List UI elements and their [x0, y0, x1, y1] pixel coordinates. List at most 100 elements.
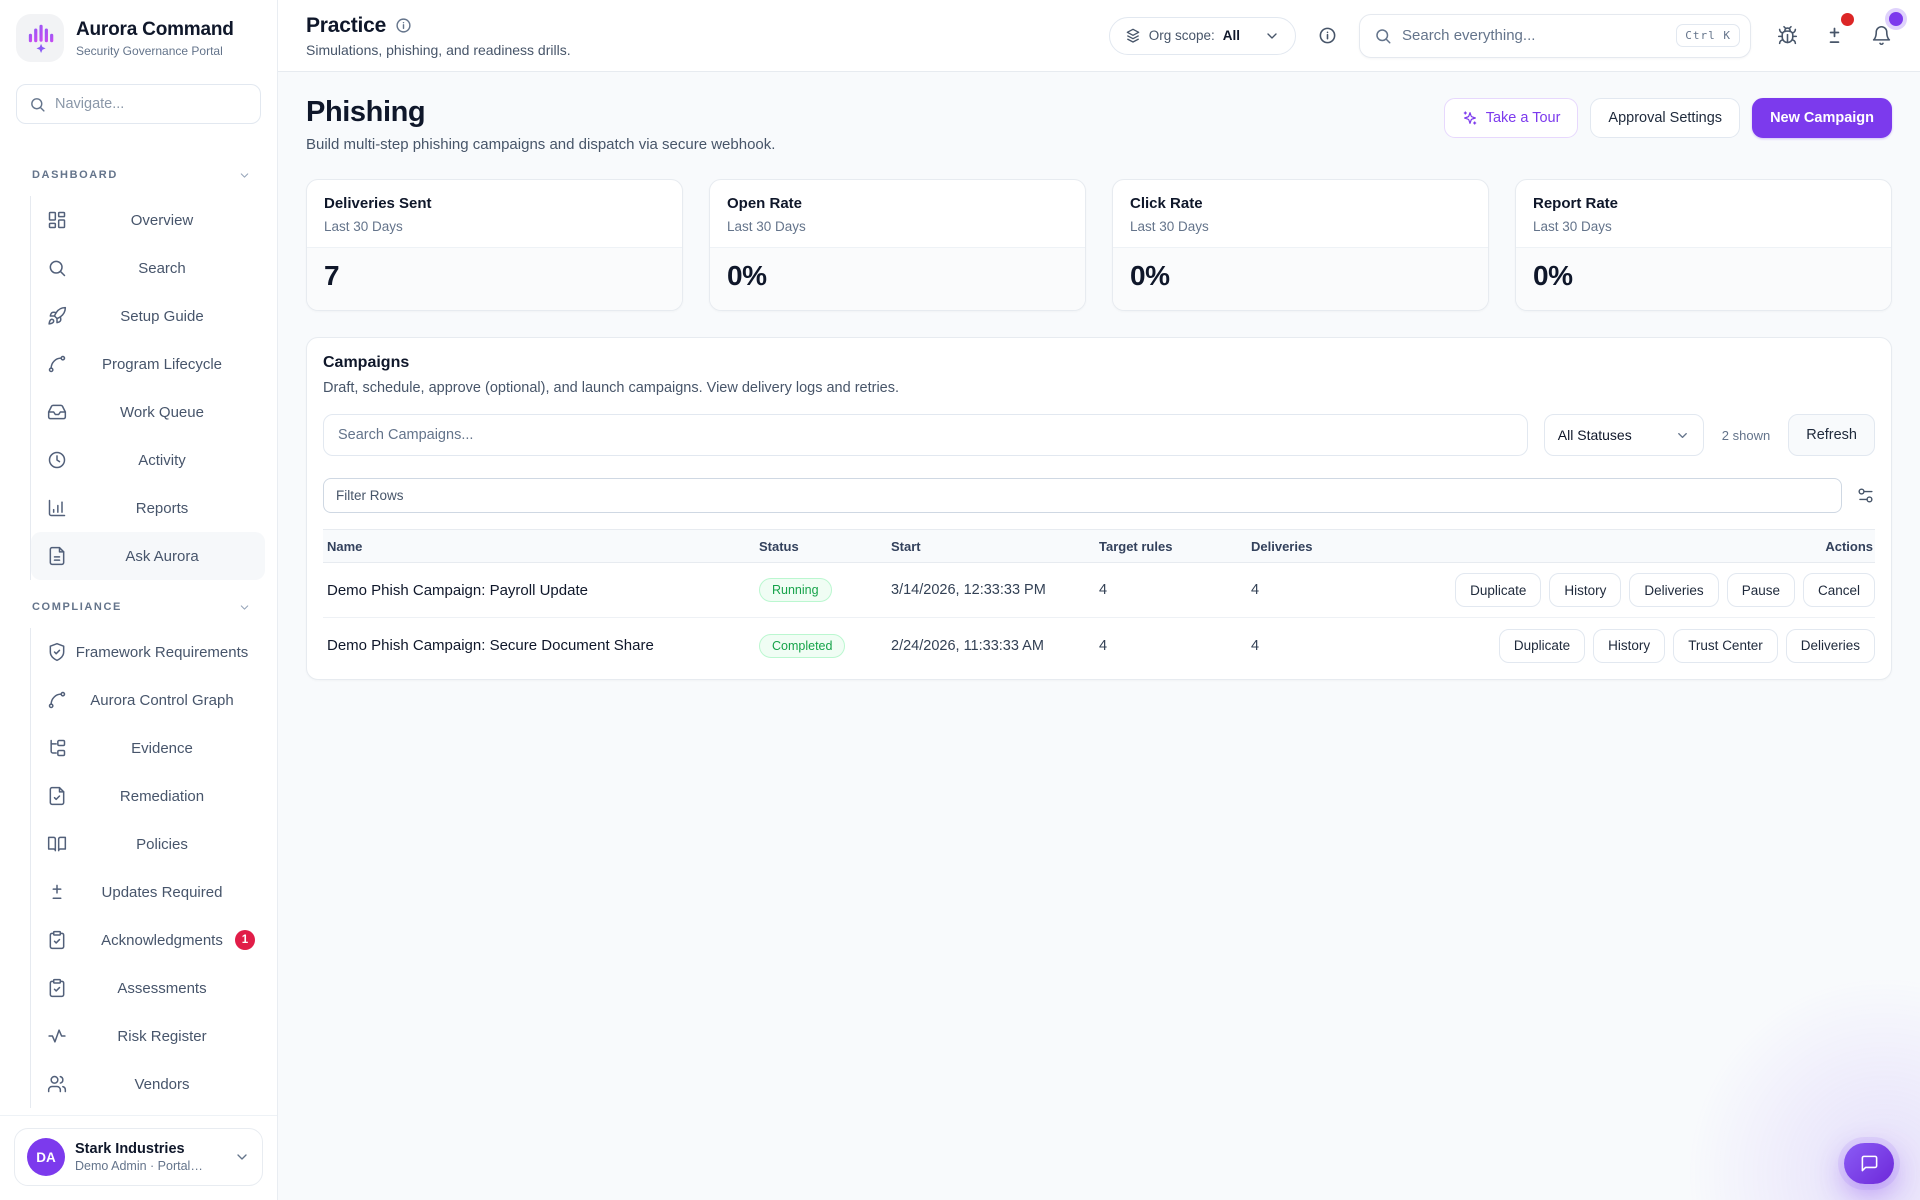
column-header-name: Name: [323, 539, 755, 554]
updates-button[interactable]: [1824, 25, 1845, 46]
clipboard-check-icon: [47, 930, 67, 950]
org-scope-value: All: [1223, 28, 1240, 43]
keyboard-shortcut: Ctrl K: [1676, 24, 1740, 47]
user-role: Demo Admin · Portal Ad...: [75, 1159, 205, 1173]
bug-icon: [1777, 25, 1798, 46]
org-scope-label: Org scope:: [1149, 28, 1215, 43]
section-header-dashboard[interactable]: DASHBOARD: [0, 166, 277, 184]
campaign-name: Demo Phish Campaign: Payroll Update: [323, 582, 755, 599]
stat-value: 7: [307, 247, 682, 310]
new-campaign-button[interactable]: New Campaign: [1752, 98, 1892, 138]
action-button-history[interactable]: History: [1549, 573, 1621, 607]
dashboard-icon: [47, 210, 67, 230]
stat-label: Click Rate: [1130, 195, 1471, 212]
shield-check-icon: [47, 642, 67, 662]
sidebar-item-vendors[interactable]: Vendors: [31, 1060, 265, 1108]
campaign-deliveries: 4: [1247, 582, 1435, 598]
sparkles-icon: [1462, 110, 1478, 126]
sidebar-footer: DA Stark Industries Demo Admin · Portal …: [0, 1115, 277, 1200]
sidebar-item-risk-register[interactable]: Risk Register: [31, 1012, 265, 1060]
sidebar-item-framework-requirements[interactable]: Framework Requirements: [31, 628, 265, 676]
app-root: Aurora Command Security Governance Porta…: [0, 0, 1920, 1200]
action-button-pause[interactable]: Pause: [1727, 573, 1795, 607]
chat-widget-button[interactable]: [1844, 1143, 1894, 1184]
bug-report-button[interactable]: [1777, 25, 1798, 46]
user-card[interactable]: DA Stark Industries Demo Admin · Portal …: [14, 1128, 263, 1186]
book-open-icon: [47, 834, 67, 854]
help-info-icon[interactable]: [1318, 26, 1337, 45]
chevron-down-icon: [234, 1149, 250, 1165]
refresh-button[interactable]: Refresh: [1788, 414, 1875, 456]
spline-icon: [47, 690, 67, 710]
sidebar-item-evidence[interactable]: Evidence: [31, 724, 265, 772]
spline-icon: [47, 354, 67, 374]
action-button-cancel[interactable]: Cancel: [1803, 573, 1875, 607]
filter-rows-input[interactable]: [336, 488, 1829, 503]
rocket-icon: [47, 306, 67, 326]
action-button-duplicate[interactable]: Duplicate: [1455, 573, 1541, 607]
action-button-duplicate[interactable]: Duplicate: [1499, 629, 1585, 663]
tree-icon: [47, 738, 67, 758]
campaigns-panel: Campaigns Draft, schedule, approve (opti…: [306, 337, 1892, 680]
campaign-row: Demo Phish Campaign: Secure Document Sha…: [323, 618, 1875, 673]
action-button-history[interactable]: History: [1593, 629, 1665, 663]
stat-card-open-rate: Open Rate Last 30 Days 0%: [709, 179, 1086, 311]
table-body: Demo Phish Campaign: Payroll Update Runn…: [323, 563, 1875, 673]
stat-card-click-rate: Click Rate Last 30 Days 0%: [1112, 179, 1489, 311]
sidebar-item-assessments[interactable]: Assessments: [31, 964, 265, 1012]
status-filter-select[interactable]: All Statuses: [1544, 414, 1704, 456]
topbar-subtitle: Simulations, phishing, and readiness dri…: [306, 42, 1093, 58]
campaigns-subtitle: Draft, schedule, approve (optional), and…: [323, 380, 1875, 396]
action-button-deliveries[interactable]: Deliveries: [1629, 573, 1718, 607]
chat-bubble-icon: [1860, 1154, 1879, 1173]
stat-card-deliveries-sent: Deliveries Sent Last 30 Days 7: [306, 179, 683, 311]
status-badge: Completed: [759, 634, 845, 658]
sidebar-item-overview[interactable]: Overview: [31, 196, 265, 244]
org-scope-selector[interactable]: Org scope: All: [1109, 17, 1296, 55]
stat-label: Deliveries Sent: [324, 195, 665, 212]
approval-settings-button[interactable]: Approval Settings: [1590, 98, 1740, 138]
search-icon: [1374, 27, 1392, 45]
brand-name: Aurora Command: [76, 19, 234, 41]
sidebar-navigate-search[interactable]: [16, 84, 261, 124]
notifications-button[interactable]: [1871, 25, 1892, 46]
global-search-input[interactable]: [1402, 27, 1666, 44]
sidebar-item-remediation[interactable]: Remediation: [31, 772, 265, 820]
diff-icon: [47, 882, 67, 902]
stat-value: 0%: [1516, 247, 1891, 310]
stats-row: Deliveries Sent Last 30 Days 7 Open Rate…: [306, 179, 1892, 311]
sidebar-item-policies[interactable]: Policies: [31, 820, 265, 868]
file-check-icon: [47, 786, 67, 806]
global-search[interactable]: Ctrl K: [1359, 14, 1751, 58]
sidebar-item-reports[interactable]: Reports: [31, 484, 265, 532]
aurora-logo-icon: [16, 14, 64, 62]
sidebar-item-activity[interactable]: Activity: [31, 436, 265, 484]
column-settings-button[interactable]: [1856, 486, 1875, 505]
sidebar-nav: DASHBOARD OverviewSearchSetup GuideProgra…: [0, 124, 277, 1115]
sidebar-item-acknowledgments[interactable]: Acknowledgments1: [31, 916, 265, 964]
section-header-compliance[interactable]: COMPLIANCE: [0, 598, 277, 616]
user-name: Stark Industries: [75, 1141, 224, 1157]
sidebar-item-program-lifecycle[interactable]: Program Lifecycle: [31, 340, 265, 388]
action-button-deliveries[interactable]: Deliveries: [1786, 629, 1875, 663]
clock-icon: [47, 450, 67, 470]
page-content: Phishing Build multi-step phishing campa…: [278, 72, 1920, 1200]
column-header-status: Status: [755, 539, 887, 554]
page-subtitle: Build multi-step phishing campaigns and …: [306, 136, 775, 153]
sidebar-item-aurora-control-graph[interactable]: Aurora Control Graph: [31, 676, 265, 724]
sidebar-item-updates-required[interactable]: Updates Required: [31, 868, 265, 916]
campaign-start: 2/24/2026, 11:33:33 AM: [887, 638, 1095, 654]
sidebar-item-ask-aurora[interactable]: Ask Aurora: [31, 532, 265, 580]
action-button-trust-center[interactable]: Trust Center: [1673, 629, 1778, 663]
take-a-tour-button[interactable]: Take a Tour: [1444, 98, 1579, 138]
stat-value: 0%: [1113, 247, 1488, 310]
sidebar-item-setup-guide[interactable]: Setup Guide: [31, 292, 265, 340]
campaign-search-input[interactable]: [338, 427, 1513, 443]
filter-rows-field[interactable]: [323, 478, 1842, 513]
chevron-down-icon: [1264, 28, 1280, 44]
campaign-search[interactable]: [323, 414, 1528, 456]
sidebar-item-work-queue[interactable]: Work Queue: [31, 388, 265, 436]
purple-notification-dot: [1889, 12, 1903, 26]
navigate-input[interactable]: [55, 96, 248, 112]
sidebar-item-search[interactable]: Search: [31, 244, 265, 292]
